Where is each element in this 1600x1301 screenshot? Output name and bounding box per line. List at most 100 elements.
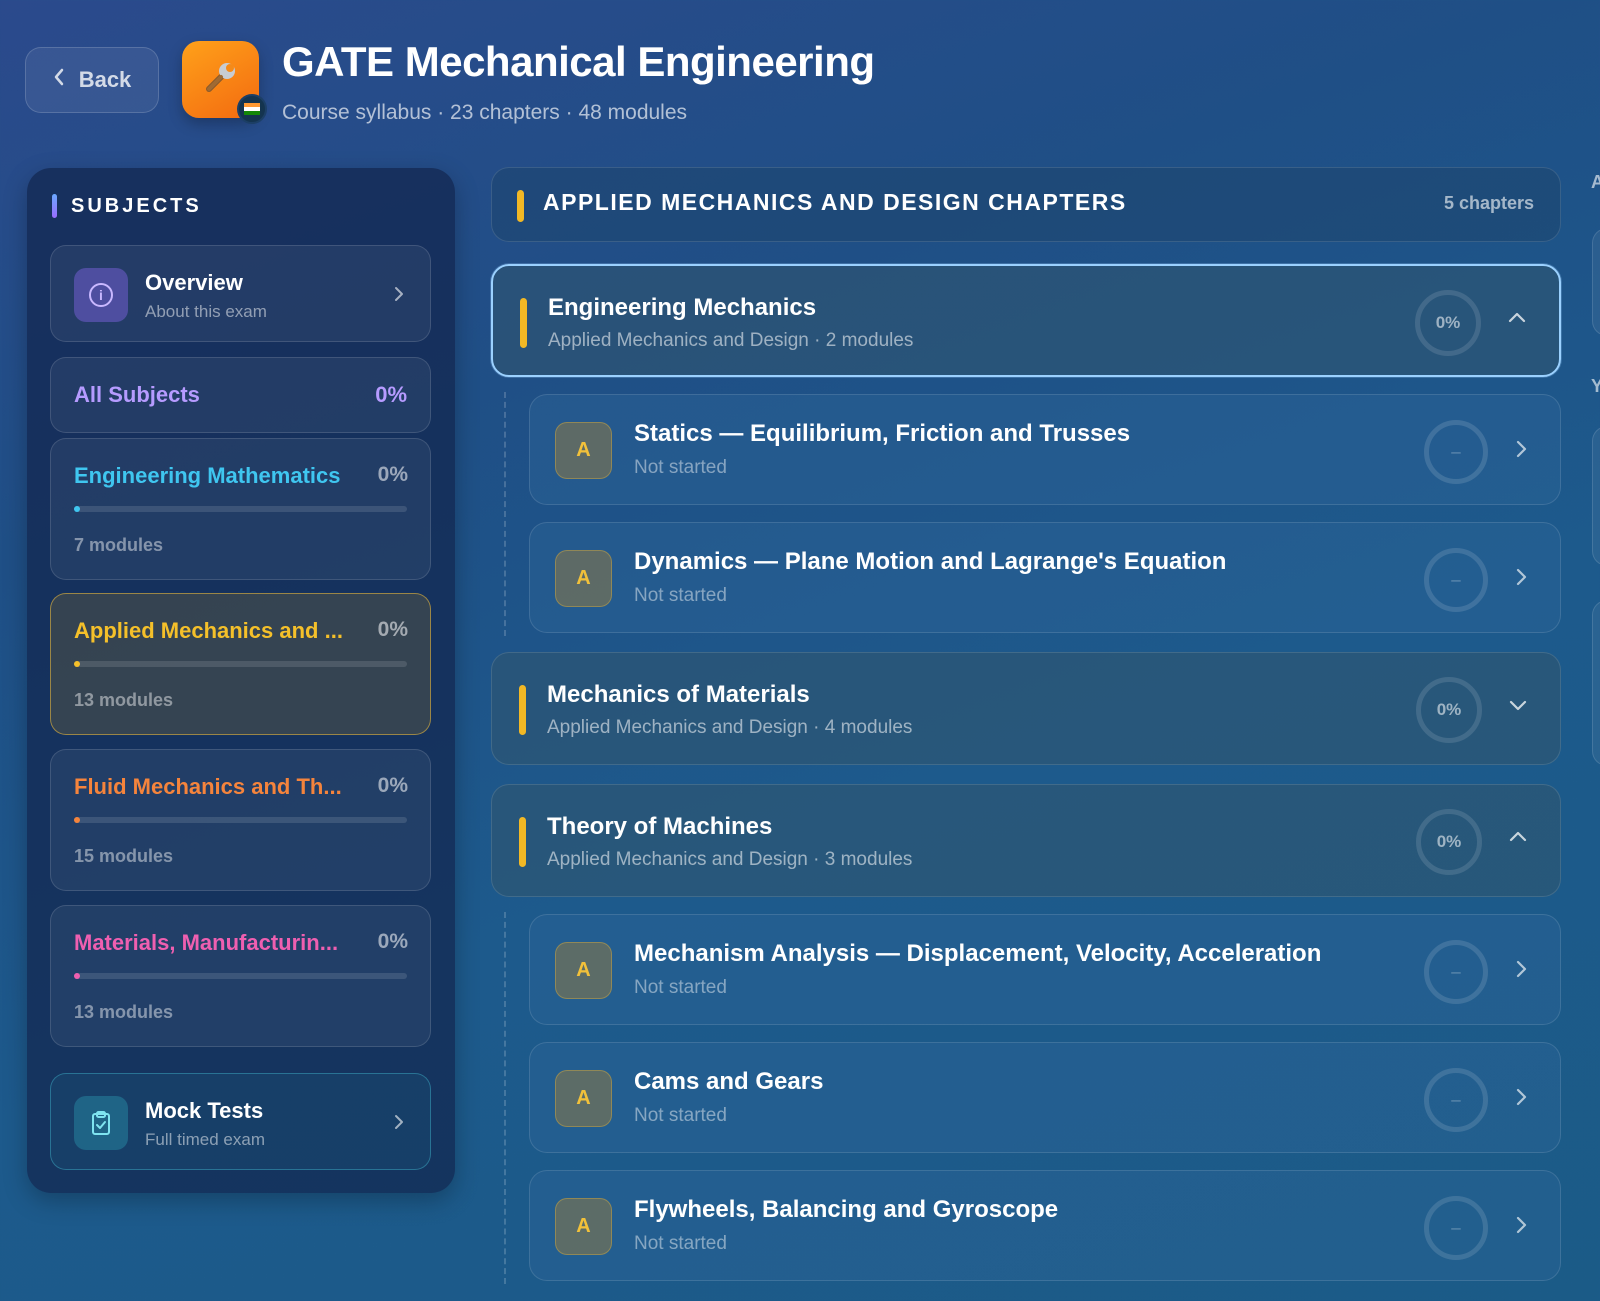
chapter-progress-ring: 0% xyxy=(1415,290,1481,356)
module-progress-ring: – xyxy=(1424,420,1488,484)
subject-name: Materials, Manufacturin... xyxy=(74,930,339,955)
peek-card xyxy=(1592,600,1600,766)
chapter-name: Theory of Machines xyxy=(547,813,773,840)
chapter-accent-bar xyxy=(519,817,526,867)
page-subtitle: Course syllabus · 23 chapters · 48 modul… xyxy=(282,101,688,124)
peek-label-top: A xyxy=(1591,172,1600,192)
module-avatar: A xyxy=(555,1198,612,1255)
chapter-progress-ring: 0% xyxy=(1416,809,1482,875)
heading-accent-bar xyxy=(52,194,57,218)
module-title: Cams and Gears xyxy=(634,1068,824,1095)
module-avatar: A xyxy=(555,422,612,479)
chevron-right-icon xyxy=(1516,1215,1528,1235)
chapter-mechanics-of-materials[interactable]: Mechanics of Materials Applied Mechanics… xyxy=(491,652,1561,765)
module-progress-ring: – xyxy=(1424,548,1488,612)
chevron-right-icon xyxy=(1516,1087,1528,1107)
chevron-up-icon[interactable] xyxy=(1505,306,1529,330)
module-avatar: A xyxy=(555,942,612,999)
module-statics[interactable]: A Statics — Equilibrium, Friction and Tr… xyxy=(529,394,1561,505)
subject-card-fluid-mechanics[interactable]: Fluid Mechanics and Th... 0% 15 modules xyxy=(50,749,431,891)
subject-name: Engineering Mathematics xyxy=(74,463,341,488)
subject-card-materials-manufacturing[interactable]: Materials, Manufacturin... 0% 13 modules xyxy=(50,905,431,1047)
india-flag-icon xyxy=(237,94,267,124)
peek-card xyxy=(1592,426,1600,566)
chevron-right-icon xyxy=(1516,567,1528,587)
chevron-left-icon xyxy=(53,68,65,92)
chapters-section-header: APPLIED MECHANICS AND DESIGN CHAPTERS 5 … xyxy=(491,167,1561,242)
chapter-name: Engineering Mechanics xyxy=(548,294,817,321)
chapter-meta: Applied Mechanics and Design · 2 modules xyxy=(548,330,914,351)
module-guide-line xyxy=(504,392,506,636)
subject-progress: 0% xyxy=(377,930,408,953)
chevron-right-icon xyxy=(394,282,404,308)
section-chapter-count: 5 chapters xyxy=(1443,193,1534,213)
module-avatar: A xyxy=(555,550,612,607)
all-subjects-label: All Subjects xyxy=(74,382,200,407)
subject-progress: 0% xyxy=(377,618,408,641)
module-status: Not started xyxy=(634,1105,727,1126)
chapter-meta: Applied Mechanics and Design · 3 modules xyxy=(547,849,913,870)
page-title: GATE Mechanical Engineering xyxy=(282,38,875,85)
progress-fill xyxy=(74,817,80,823)
sidebar-heading: SUBJECTS xyxy=(52,194,202,218)
progress-track xyxy=(74,973,407,979)
module-title: Statics — Equilibrium, Friction and Trus… xyxy=(634,420,1131,447)
progress-track xyxy=(74,661,407,667)
subject-modules: 13 modules xyxy=(74,690,174,710)
back-button[interactable]: Back xyxy=(25,47,159,113)
subject-card-engineering-mathematics[interactable]: Engineering Mathematics 0% 7 modules xyxy=(50,438,431,580)
chapter-theory-of-machines[interactable]: Theory of Machines Applied Mechanics and… xyxy=(491,784,1561,897)
mock-tests-title: Mock Tests xyxy=(145,1098,264,1123)
module-title: Dynamics — Plane Motion and Lagrange's E… xyxy=(634,548,1227,575)
back-label: Back xyxy=(78,67,132,92)
subject-modules: 13 modules xyxy=(74,1002,174,1022)
chevron-down-icon[interactable] xyxy=(1506,693,1530,717)
subject-progress: 0% xyxy=(377,774,408,797)
mock-tests-card[interactable]: Mock Tests Full timed exam xyxy=(50,1073,431,1170)
module-status: Not started xyxy=(634,585,727,606)
progress-fill xyxy=(74,973,80,979)
subjects-sidebar: SUBJECTS i Overview About this exam All … xyxy=(27,168,455,1193)
section-title: APPLIED MECHANICS AND DESIGN CHAPTERS xyxy=(543,189,1127,215)
clipboard-check-icon xyxy=(74,1096,128,1150)
module-title: Flywheels, Balancing and Gyroscope xyxy=(634,1196,1059,1223)
info-icon: i xyxy=(74,268,128,322)
chapter-accent-bar xyxy=(519,685,526,735)
chapter-progress-ring: 0% xyxy=(1416,677,1482,743)
module-mechanism-analysis[interactable]: A Mechanism Analysis — Displacement, Vel… xyxy=(529,914,1561,1025)
mock-tests-subtitle: Full timed exam xyxy=(145,1130,265,1149)
chapter-meta: Applied Mechanics and Design · 4 modules xyxy=(547,717,913,738)
peek-label-mid: Y xyxy=(1591,376,1600,396)
module-progress-ring: – xyxy=(1424,1196,1488,1260)
overview-subtitle: About this exam xyxy=(145,302,267,321)
overview-card[interactable]: i Overview About this exam xyxy=(50,245,431,342)
chapter-engineering-mechanics[interactable]: Engineering Mechanics Applied Mechanics … xyxy=(491,264,1561,377)
module-title: Mechanism Analysis — Displacement, Veloc… xyxy=(634,940,1322,967)
section-accent-bar xyxy=(517,190,524,222)
wrench-icon xyxy=(201,57,241,102)
progress-fill xyxy=(74,506,80,512)
subject-modules: 15 modules xyxy=(74,846,174,866)
chevron-right-icon xyxy=(394,1110,404,1136)
module-progress-ring: – xyxy=(1424,1068,1488,1132)
progress-fill xyxy=(74,661,80,667)
all-subjects-card[interactable]: All Subjects 0% xyxy=(50,357,431,433)
subject-name: Fluid Mechanics and Th... xyxy=(74,774,342,799)
module-flywheels[interactable]: A Flywheels, Balancing and Gyroscope Not… xyxy=(529,1170,1561,1281)
progress-track xyxy=(74,506,407,512)
module-avatar: A xyxy=(555,1070,612,1127)
chapter-accent-bar xyxy=(520,298,527,348)
chapter-name: Mechanics of Materials xyxy=(547,681,810,708)
subject-card-applied-mechanics[interactable]: Applied Mechanics and ... 0% 13 modules xyxy=(50,593,431,735)
subject-name: Applied Mechanics and ... xyxy=(74,618,343,643)
all-subjects-progress: 0% xyxy=(375,382,407,407)
sidebar-heading-label: SUBJECTS xyxy=(71,194,202,217)
subject-modules: 7 modules xyxy=(74,535,164,555)
progress-track xyxy=(74,817,407,823)
chevron-up-icon[interactable] xyxy=(1506,825,1530,849)
module-progress-ring: – xyxy=(1424,940,1488,1004)
module-dynamics[interactable]: A Dynamics — Plane Motion and Lagrange's… xyxy=(529,522,1561,633)
subject-progress: 0% xyxy=(377,463,408,486)
module-cams-and-gears[interactable]: A Cams and Gears Not started – xyxy=(529,1042,1561,1153)
peek-card xyxy=(1592,228,1600,336)
